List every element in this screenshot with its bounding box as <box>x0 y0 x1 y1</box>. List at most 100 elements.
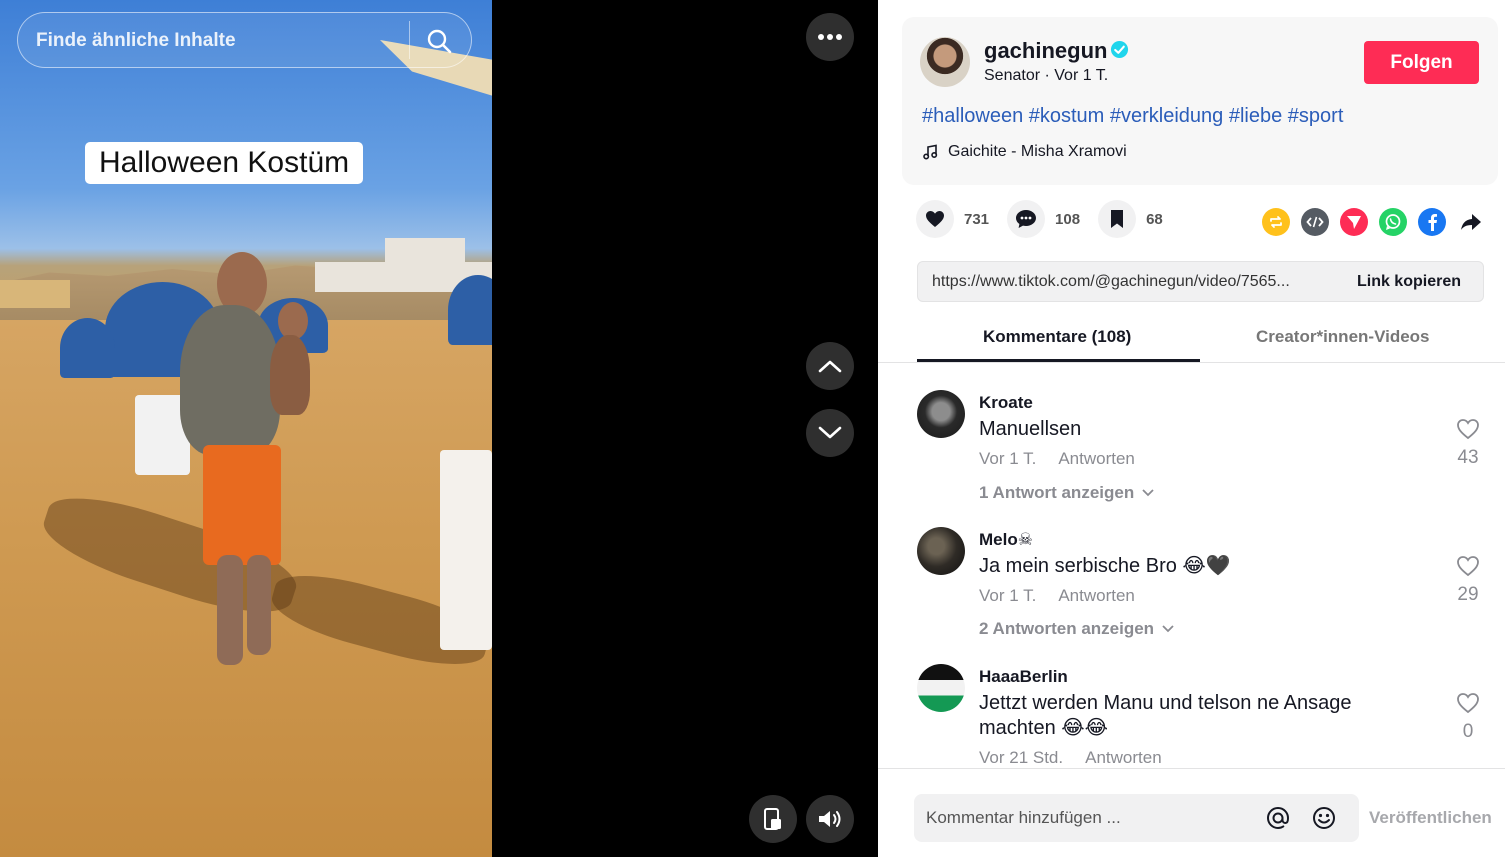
comment-username[interactable]: Melo☠ <box>979 530 1033 550</box>
view-replies-label: 2 Antworten anzeigen <box>979 619 1155 638</box>
comment-like-count: 43 <box>1457 447 1479 468</box>
reply-button[interactable]: Antworten <box>1058 449 1135 468</box>
chevron-down-icon <box>1142 489 1154 497</box>
embed-code-icon <box>1306 216 1324 228</box>
comment-meta: Vor 1 T. Antworten <box>979 586 1135 606</box>
view-replies-label: 1 Antwort anzeigen <box>979 483 1135 502</box>
comment-like[interactable]: 0 <box>1445 692 1491 743</box>
comment-like[interactable]: 43 <box>1445 418 1491 469</box>
publish-button[interactable]: Veröffentlichen <box>1369 808 1492 828</box>
facebook-icon <box>1428 214 1437 231</box>
comment-list: Kroate Manuellsen Vor 1 T. Antworten 1 An… <box>878 380 1505 768</box>
author-username[interactable]: gachinegun <box>984 38 1107 64</box>
comment-like-count: 29 <box>1457 584 1479 605</box>
previous-video-button[interactable] <box>806 342 854 390</box>
more-options-button[interactable] <box>806 13 854 61</box>
comment-text: Manuellsen <box>979 418 1082 440</box>
comment-like-count: 0 <box>1462 721 1474 742</box>
next-video-button[interactable] <box>806 409 854 457</box>
volume-button[interactable] <box>806 795 854 843</box>
comment-username[interactable]: HaaaBerlin <box>979 667 1068 687</box>
heart-outline-icon <box>1457 419 1479 440</box>
music-title: Gaichite - Misha Xramovi <box>948 143 1127 160</box>
divider <box>878 768 1505 769</box>
comment-username[interactable]: Kroate <box>979 393 1033 413</box>
tab-creator-videos[interactable]: Creator*innen-Videos <box>1256 327 1430 347</box>
save-count: 68 <box>1146 210 1163 228</box>
author-avatar[interactable] <box>920 37 970 87</box>
view-replies-button[interactable]: 2 Antworten anzeigen <box>979 619 1174 639</box>
comment-bubble-icon <box>1016 210 1037 228</box>
video-stage: Finde ähnliche Inhalte Halloween Kostüm <box>0 0 878 857</box>
verified-badge-icon <box>1110 40 1129 59</box>
embed-button[interactable] <box>1301 208 1329 236</box>
video-player[interactable]: Finde ähnliche Inhalte Halloween Kostüm <box>0 0 492 857</box>
search-divider <box>409 21 410 59</box>
video-info-card: gachinegun Senator · Vor 1 T. Folgen #ha… <box>902 17 1498 185</box>
comment-time: Vor 21 Std. <box>979 748 1064 767</box>
comment-stat[interactable]: 108 <box>1007 200 1080 238</box>
comment-item: HaaaBerlin Jettzt werden Manu und telson… <box>917 654 1497 768</box>
like-stat[interactable]: 731 <box>916 200 989 238</box>
mention-icon[interactable] <box>1264 804 1292 832</box>
share-link-box: https://www.tiktok.com/@gachinegun/video… <box>917 261 1484 302</box>
heart-outline-icon <box>1457 556 1479 577</box>
heart-outline-icon <box>1457 693 1479 714</box>
similar-content-search[interactable]: Finde ähnliche Inhalte <box>17 12 472 68</box>
more-share-button[interactable] <box>1457 208 1485 236</box>
reply-button[interactable]: Antworten <box>1085 748 1162 767</box>
bookmark-icon <box>1111 210 1124 228</box>
comment-input[interactable]: Kommentar hinzufügen ... <box>914 794 1359 842</box>
chevron-up-icon <box>818 360 842 373</box>
comment-input-placeholder: Kommentar hinzufügen ... <box>926 808 1121 827</box>
author-subtitle: Senator · Vor 1 T. <box>984 67 1109 84</box>
comment-like[interactable]: 29 <box>1445 555 1491 606</box>
share-arrow-icon <box>1461 214 1481 230</box>
chevron-down-icon <box>818 426 842 439</box>
view-replies-button[interactable]: 1 Antwort anzeigen <box>979 483 1154 503</box>
music-note-icon <box>923 144 938 160</box>
search-icon[interactable] <box>426 28 452 54</box>
send-to-friend-button[interactable] <box>1340 208 1368 236</box>
follow-button[interactable]: Folgen <box>1364 41 1479 84</box>
engagement-stats: 731 108 68 <box>916 200 1163 238</box>
active-tab-indicator <box>917 359 1200 362</box>
save-stat[interactable]: 68 <box>1098 200 1163 238</box>
background-building <box>0 280 70 308</box>
copy-link-button[interactable]: Link kopieren <box>1357 273 1461 291</box>
whatsapp-share-button[interactable] <box>1379 208 1407 236</box>
tiktok-video-page: Finde ähnliche Inhalte Halloween Kostüm <box>0 0 1505 857</box>
repost-icon <box>1270 216 1282 228</box>
more-icon <box>818 34 842 40</box>
comment-item: Kroate Manuellsen Vor 1 T. Antworten 1 An… <box>917 380 1497 510</box>
video-hashtags[interactable]: #halloween #kostum #verkleidung #liebe #… <box>922 105 1343 128</box>
comment-meta: Vor 1 T. Antworten <box>979 449 1135 469</box>
comment-meta: Vor 21 Std. Antworten <box>979 748 1162 768</box>
comment-avatar[interactable] <box>917 527 965 575</box>
reply-button[interactable]: Antworten <box>1058 586 1135 605</box>
share-buttons <box>1262 208 1485 236</box>
comment-text: Ja mein serbische Bro 😂🖤 <box>979 555 1231 577</box>
comment-time: Vor 1 T. <box>979 449 1037 468</box>
send-icon <box>1347 216 1361 229</box>
chevron-down-icon <box>1162 625 1174 633</box>
tab-comments[interactable]: Kommentare (108) <box>983 327 1131 347</box>
speaker-icon <box>819 811 841 827</box>
whatsapp-icon <box>1385 214 1401 230</box>
comment-count: 108 <box>1055 210 1081 228</box>
comment-avatar[interactable] <box>917 664 965 712</box>
comment-time: Vor 1 T. <box>979 586 1037 605</box>
like-count: 731 <box>964 210 990 228</box>
beach-table <box>440 450 492 650</box>
comment-avatar[interactable] <box>917 390 965 438</box>
beach-tent <box>60 318 115 378</box>
video-caption: Halloween Kostüm <box>85 142 364 184</box>
comment-item: Melo☠ Ja mein serbische Bro 😂🖤 Vor 1 T. A… <box>917 517 1497 647</box>
emoji-icon[interactable] <box>1310 804 1338 832</box>
music-track[interactable]: Gaichite - Misha Xramovi <box>922 143 1127 161</box>
repost-button[interactable] <box>1262 208 1290 236</box>
video-url[interactable]: https://www.tiktok.com/@gachinegun/video… <box>932 273 1290 291</box>
comment-text: Jettzt werden Manu und telson ne Ansage … <box>979 692 1352 739</box>
floating-player-button[interactable] <box>749 795 797 843</box>
facebook-share-button[interactable] <box>1418 208 1446 236</box>
